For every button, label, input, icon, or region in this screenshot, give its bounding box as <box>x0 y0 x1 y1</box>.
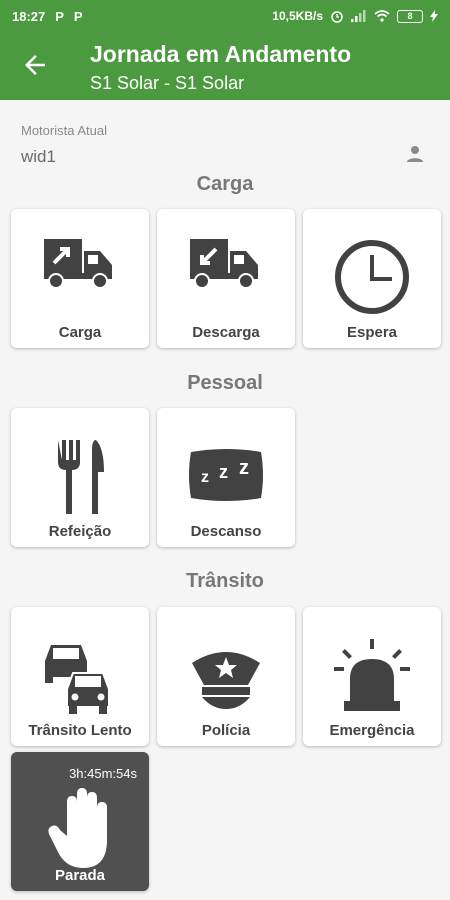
signal-icon <box>351 10 366 22</box>
notification-p-icon: P <box>55 8 64 24</box>
driver-name: wid1 <box>21 147 56 166</box>
parada-card[interactable]: 3h:45m:54s Parada <box>11 752 149 891</box>
clock-icon <box>335 240 409 314</box>
carga-label: Carga <box>58 324 102 341</box>
section-title-carga: Carga <box>196 173 254 195</box>
siren-icon <box>334 639 410 711</box>
descarga-label: Descarga <box>192 324 260 341</box>
alarm-icon <box>331 11 343 23</box>
notification-p-icon: P <box>73 8 83 24</box>
svg-text:z: z <box>219 462 228 482</box>
fork-knife-icon <box>58 440 104 514</box>
pillow-zzz-icon: z z z <box>189 449 263 501</box>
descanso-card[interactable]: z z z Descanso <box>157 408 295 547</box>
refeicao-label: Refeição <box>48 523 112 540</box>
espera-card[interactable]: Espera <box>303 209 441 348</box>
carga-card[interactable]: Carga <box>11 209 149 348</box>
traffic-cars-icon <box>45 645 110 714</box>
app-bar: 18:27 P P 10,5KB/s 8 Jornada em Andament… <box>0 0 450 100</box>
net-speed: 10,5KB/s <box>272 9 323 23</box>
page-title: Jornada em Andamento <box>90 41 352 67</box>
charging-icon <box>430 10 438 22</box>
section-title-transito: Trânsito <box>186 570 264 592</box>
truck-unload-icon <box>190 239 258 289</box>
policia-card[interactable]: Polícia <box>157 607 295 746</box>
parada-timer: 3h:45m:54s <box>69 766 137 781</box>
driver-label: Motorista Atual <box>21 123 107 138</box>
descanso-label: Descanso <box>190 523 262 540</box>
header: Jornada em Andamento S1 Solar - S1 Solar <box>0 34 450 100</box>
transito-lento-card[interactable]: Trânsito Lento <box>11 607 149 746</box>
descarga-card[interactable]: Descarga <box>157 209 295 348</box>
svg-text:z: z <box>201 469 209 486</box>
emergencia-label: Emergência <box>329 722 415 739</box>
truck-load-icon <box>44 239 112 289</box>
refeicao-card[interactable]: Refeição <box>11 408 149 547</box>
section-title-pessoal: Pessoal <box>187 372 263 394</box>
policia-label: Polícia <box>201 722 251 739</box>
svg-text:z: z <box>239 457 249 479</box>
wifi-icon <box>374 10 390 22</box>
back-arrow-icon[interactable] <box>20 50 50 80</box>
hand-stop-icon <box>48 788 107 868</box>
status-bar: 18:27 P P 10,5KB/s 8 <box>0 0 450 32</box>
person-icon[interactable] <box>403 142 427 166</box>
status-time: 18:27 <box>12 8 46 24</box>
page-subtitle: S1 Solar - S1 Solar <box>90 73 245 93</box>
emergencia-card[interactable]: Emergência <box>303 607 441 746</box>
police-cap-icon <box>192 652 260 709</box>
parada-label: Parada <box>54 867 106 884</box>
espera-label: Espera <box>346 324 398 341</box>
battery-icon: 8 <box>397 9 423 23</box>
transito-lento-label: Trânsito Lento <box>28 722 132 739</box>
